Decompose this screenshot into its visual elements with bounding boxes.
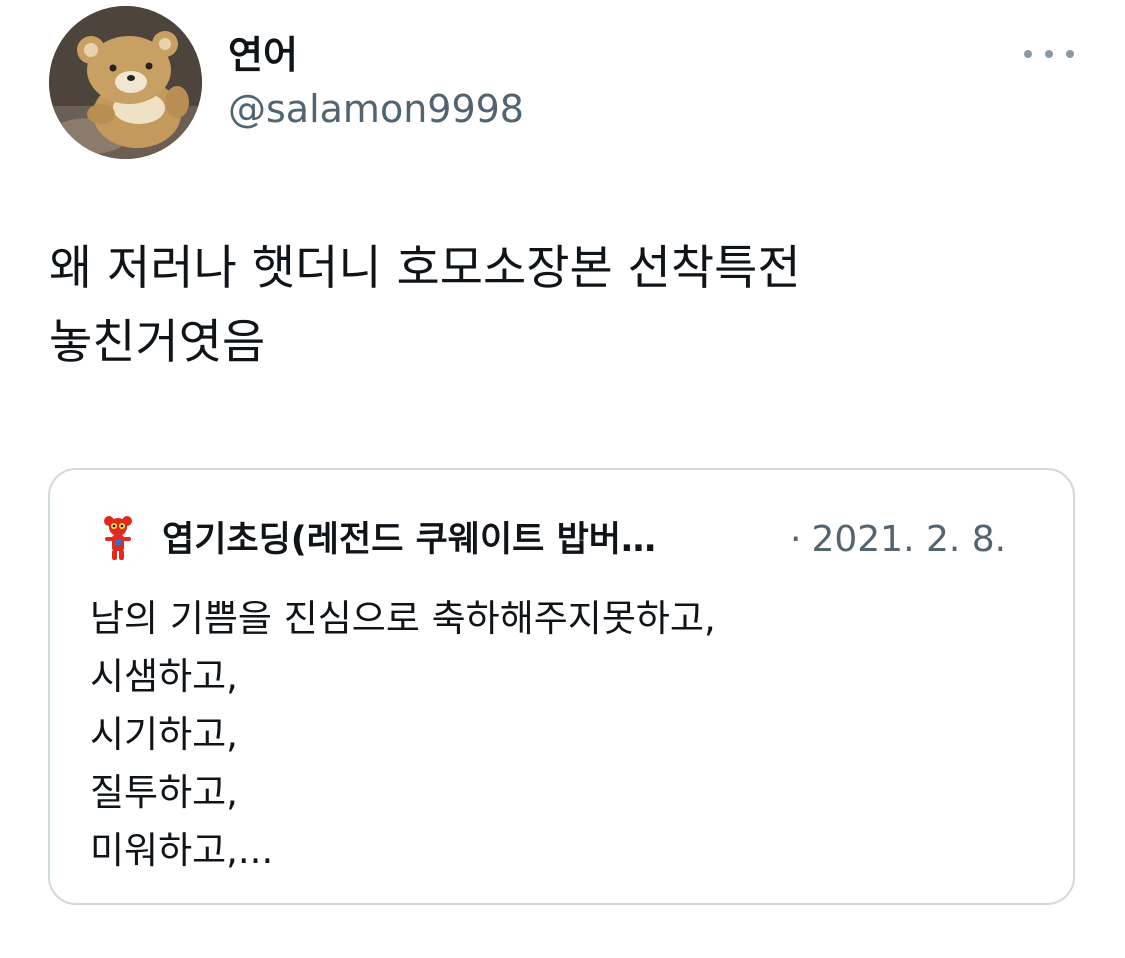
date-separator: · bbox=[790, 519, 802, 560]
quoted-author-avatar[interactable] bbox=[90, 510, 146, 566]
author-avatar[interactable] bbox=[49, 6, 202, 159]
more-horizontal-icon bbox=[1024, 50, 1032, 58]
quoted-tweet-line: 시기하고, bbox=[90, 713, 238, 756]
more-options-button[interactable] bbox=[1024, 38, 1074, 70]
quoted-tweet-card[interactable]: 엽기초딩(레전드 쿠웨이트 밥버… · 2021. 2. 8. 남의 기쁨을 진심… bbox=[48, 468, 1075, 905]
more-dot bbox=[1045, 50, 1053, 58]
quoted-tweet-line: 미워하고,... bbox=[90, 829, 274, 872]
author-handle[interactable]: @salamon9998 bbox=[228, 84, 524, 134]
quoted-tweet-date-text: 2021. 2. 8. bbox=[811, 519, 1007, 560]
quoted-tweet-line: 남의 기쁨을 진심으로 축하해주지못하고, bbox=[90, 597, 716, 640]
red-character-avatar bbox=[90, 510, 146, 566]
tweet-text: 왜 저러나 햇더니 호모소장본 선착특전 놓친거엿음 bbox=[49, 241, 801, 370]
quoted-tweet-date[interactable]: · 2021. 2. 8. bbox=[790, 517, 1006, 563]
teddy-bear-plush-photo bbox=[49, 6, 202, 159]
author-display-name[interactable]: 연어 bbox=[228, 30, 298, 80]
quoted-tweet-text: 남의 기쁨을 진심으로 축하해주지못하고, 시샘하고, 시기하고, 질투하고, … bbox=[90, 590, 1030, 880]
quoted-tweet-line: 시샘하고, bbox=[90, 655, 238, 698]
quoted-author-display-name[interactable]: 엽기초딩(레전드 쿠웨이트 밥버… bbox=[162, 517, 802, 563]
quoted-tweet-line: 질투하고, bbox=[90, 771, 238, 814]
more-dot bbox=[1066, 50, 1074, 58]
